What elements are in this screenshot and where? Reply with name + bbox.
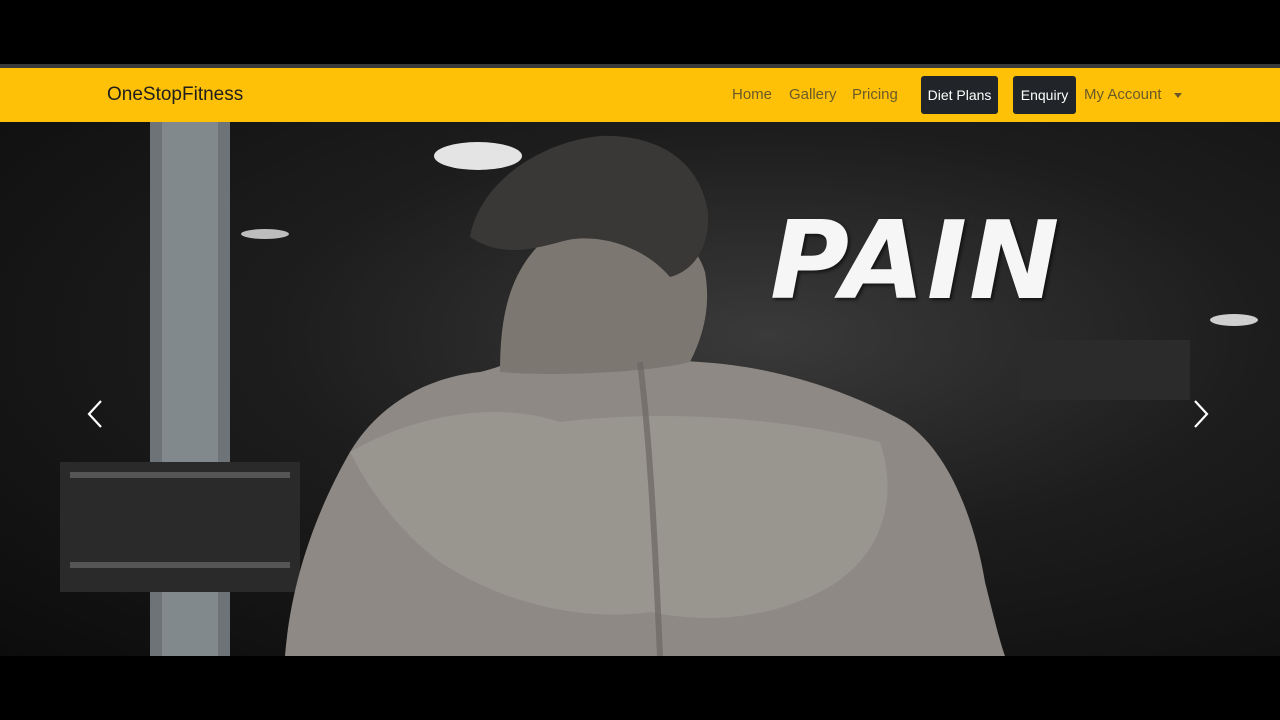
nav-link-gallery[interactable]: Gallery [789, 68, 837, 122]
nav-link-pricing[interactable]: Pricing [852, 68, 898, 122]
brand-link[interactable]: OneStopFitness [107, 68, 243, 122]
chevron-right-icon [1194, 400, 1209, 428]
diet-plans-button[interactable]: Diet Plans [921, 76, 998, 114]
letterbox-top [0, 0, 1280, 64]
navbar: OneStopFitness Home Gallery Pricing Diet… [0, 68, 1280, 122]
enquiry-button[interactable]: Enquiry [1013, 76, 1076, 114]
ceiling-light [434, 142, 522, 170]
hero-carousel: PAIN [0, 122, 1280, 656]
letterbox-bottom [0, 656, 1280, 720]
slide-image [60, 122, 1258, 656]
carousel-next-button[interactable] [1156, 122, 1246, 656]
carousel-prev-button[interactable] [50, 122, 140, 656]
nav-link-home[interactable]: Home [732, 68, 772, 122]
ceiling-light [241, 229, 289, 239]
caret-down-icon[interactable] [1174, 93, 1182, 98]
chevron-left-icon [87, 400, 102, 428]
my-account-dropdown[interactable]: My Account [1084, 68, 1162, 122]
